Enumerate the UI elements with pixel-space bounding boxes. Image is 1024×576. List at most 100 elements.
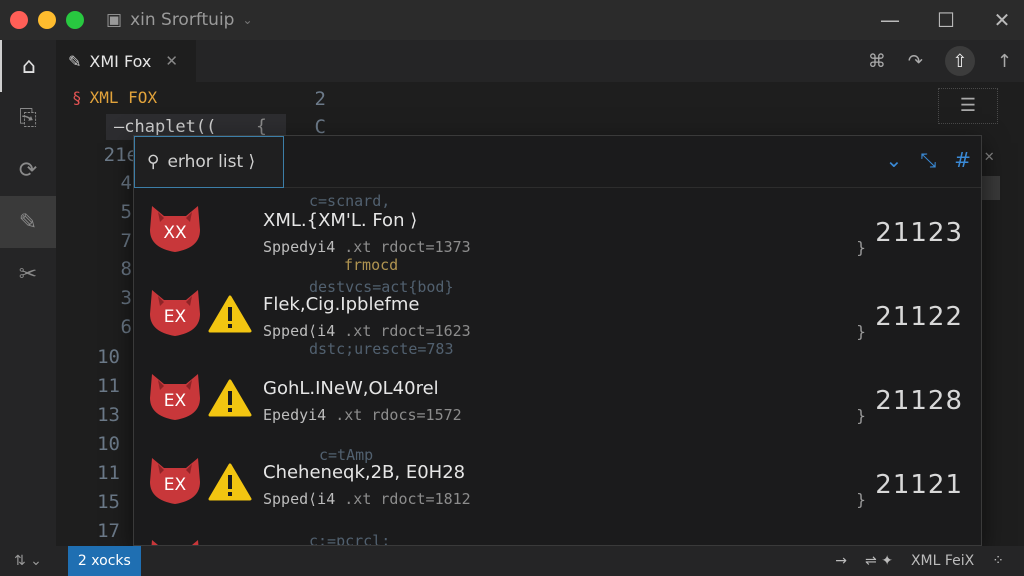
file-transfer-icon[interactable]: ⎘ <box>0 92 56 144</box>
code-brace-open: { <box>256 116 267 137</box>
row-sub-b: .xt rdoct=1373 <box>344 238 471 256</box>
file-label-text: XML FOX <box>89 88 158 107</box>
fox-label: EX <box>164 475 187 495</box>
tab-close-icon[interactable]: ✕ <box>165 52 178 70</box>
error-row[interactable]: EX Cheheneqk,2B, E0H28 Spped⟨i4 .xt rdoc… <box>134 444 981 528</box>
search-icon: ⚲ <box>147 152 160 172</box>
language-mode[interactable]: XML FeiX <box>911 553 974 569</box>
status-bar: ⇅ ⌄ 2 xocks → ⇌ ✦ XML FeiX ⁘ <box>0 546 1024 576</box>
warning-icon <box>208 463 252 501</box>
line-number: 6 <box>120 316 132 338</box>
line-number: 3 <box>120 287 132 309</box>
line-number: 10 <box>97 433 120 455</box>
row-subtitle: Epedyi4 .xt rdocs=1572 <box>263 406 462 424</box>
row-number: 21128 <box>875 386 963 416</box>
fox-file-icon: ✎ <box>68 51 82 71</box>
app-logo-icon: ▣ <box>106 10 123 30</box>
tools-icon[interactable]: ✂ <box>0 248 56 300</box>
row-title: Flek,Cig.Ipblefme <box>263 294 420 315</box>
fox-label: EX <box>164 391 187 411</box>
sync-status[interactable]: ⇅ ⌄ <box>14 553 42 569</box>
list-icon: ☰ <box>959 95 977 116</box>
hash-icon[interactable]: # <box>954 148 971 172</box>
error-row[interactable]: EX Flek,Cig.Ipblefme Spped⟨i4 .xt rdoct=… <box>134 276 981 360</box>
fox-label: EX <box>164 307 187 327</box>
window-controls: — ☐ ✕ <box>878 0 1014 40</box>
row-brace: } <box>856 322 867 341</box>
close-icon[interactable]: ✕ <box>984 146 994 165</box>
minimap-toggle[interactable]: ☰ <box>938 88 998 124</box>
arrow-right-icon[interactable]: → <box>835 553 847 569</box>
fox-extension-icon[interactable]: ✎ <box>0 196 56 248</box>
fox-label: XX <box>163 223 187 243</box>
row-title: GohL.INeW,OL40rel <box>263 378 439 399</box>
activity-bar: ⌂ ⎘ ⟳ ✎ ✂ <box>0 40 56 546</box>
line-number: 5 <box>120 201 132 223</box>
error-list-panel: ⚲ erhor list ⟩ ⌄ ⤡ # c=scnard, frmocd de… <box>133 135 982 546</box>
row-sub-a: Spped⟨i4 <box>263 490 336 508</box>
tab-xml-fox[interactable]: ✎ XMI Fox ✕ <box>56 40 196 82</box>
row-number: 21123 <box>875 218 963 248</box>
line-number: 17 <box>97 520 120 542</box>
minimize-window-button[interactable] <box>38 11 56 29</box>
redo-icon[interactable]: ↷ <box>908 51 923 72</box>
line-number: 2 <box>314 88 326 110</box>
close-button[interactable]: ✕ <box>990 8 1014 32</box>
status-right: → ⇌ ✦ XML FeiX ⁘ <box>835 546 1004 576</box>
row-sub-b: .xt rdoct=1812 <box>344 490 471 508</box>
close-window-button[interactable] <box>10 11 28 29</box>
error-row[interactable]: XX XML.{XM'L. Fon ⟩ Sppedyi4 .xt rdoct=1… <box>134 192 981 276</box>
file-label: § XML FOX <box>72 88 157 107</box>
row-sub-b: .xt rdoct=1623 <box>344 322 471 340</box>
scrollbar[interactable] <box>980 176 1000 200</box>
title-bar: ▣ xin Srorftuip ⌄ — ☐ ✕ <box>0 0 1024 40</box>
split-icon[interactable]: ⌘ <box>868 51 886 72</box>
divider <box>284 187 981 188</box>
line-number: 21e <box>103 144 138 166</box>
minimize-button[interactable]: — <box>878 8 902 32</box>
window-controls-mac <box>10 11 84 29</box>
zoom-window-button[interactable] <box>66 11 84 29</box>
search-value: erhor list ⟩ <box>167 152 256 172</box>
home-icon[interactable]: ⌂ <box>0 40 56 92</box>
fox-icon: § <box>72 88 82 107</box>
status-badge[interactable]: 2 xocks <box>67 546 141 576</box>
warning-icon <box>208 379 252 417</box>
row-number: 21121 <box>875 470 963 500</box>
chevron-down-icon[interactable]: ⌄ <box>885 148 902 172</box>
fox-error-icon: XX <box>150 206 200 252</box>
editor-actions: ⌘ ↷ ⇧ ↑ <box>868 40 1012 82</box>
line-number: 4 <box>120 172 132 194</box>
sync-icon[interactable]: ⟳ <box>0 144 56 196</box>
warning-icon <box>208 295 252 333</box>
app-title-text: xin Srorftuip <box>130 10 235 30</box>
arrow-up-icon[interactable]: ↑ <box>997 51 1012 72</box>
swap-icon[interactable]: ⇌ ✦ <box>865 553 893 569</box>
line-number: 15 <box>97 491 120 513</box>
line-number: 8 <box>120 258 132 280</box>
line-number: 11 <box>97 462 120 484</box>
error-row[interactable]: EX GohL.INeW,OL40rel Epedyi4 .xt rdocs=1… <box>134 360 981 444</box>
tab-bar: ✎ XMI Fox ✕ ⌘ ↷ ⇧ ↑ <box>56 40 1024 82</box>
line-number: 13 <box>97 404 120 426</box>
line-number: 10 <box>97 346 120 368</box>
fox-error-icon <box>151 540 199 545</box>
search-field[interactable]: ⚲ erhor list ⟩ <box>134 136 284 188</box>
line-number: 7 <box>120 230 132 252</box>
fox-error-icon: EX <box>150 290 200 336</box>
collapse-icon[interactable]: ⤡ <box>920 148 936 172</box>
panel-tools: ⌄ ⤡ # <box>885 148 971 172</box>
row-subtitle: Sppedyi4 .xt rdoct=1373 <box>263 238 471 256</box>
maximize-button[interactable]: ☐ <box>934 8 958 32</box>
upload-icon[interactable]: ⇧ <box>944 46 975 76</box>
row-sub-b: .xt rdocs=1572 <box>335 406 462 424</box>
row-title: Cheheneqk,2B, E0H28 <box>263 462 466 483</box>
row-sub-a: Sppedyi4 <box>263 238 336 256</box>
row-subtitle: Spped⟨i4 .xt rdoct=1623 <box>263 322 471 340</box>
fox-error-icon: EX <box>150 458 200 504</box>
chevron-down-icon: ⌄ <box>242 13 253 27</box>
row-sub-a: Spped⟨i4 <box>263 322 336 340</box>
grid-icon[interactable]: ⁘ <box>992 553 1004 569</box>
app-title[interactable]: ▣ xin Srorftuip ⌄ <box>106 10 253 30</box>
ghost-code: c:=pcrcl; <box>309 532 391 546</box>
